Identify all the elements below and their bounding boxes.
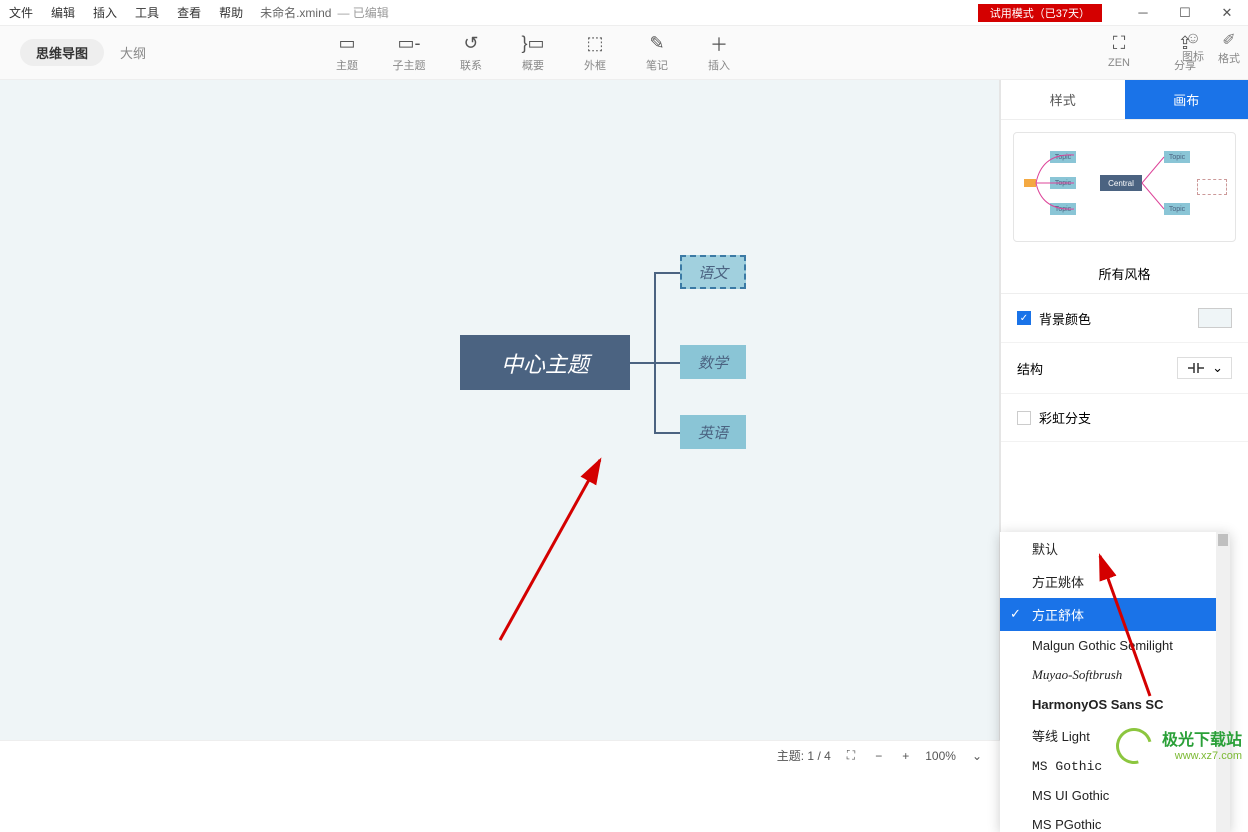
tool-insert[interactable]: ＋插入 bbox=[694, 33, 744, 73]
status-bar: 主题: 1 / 4 ⛶ − + 100% ⌄ bbox=[0, 740, 1000, 770]
central-topic[interactable]: 中心主题 bbox=[460, 335, 630, 390]
check-icon: ✓ bbox=[1010, 606, 1021, 622]
scrollbar-thumb[interactable] bbox=[1218, 534, 1228, 546]
watermark-title: 极光下载站 bbox=[1162, 726, 1242, 750]
insert-icon: ＋ bbox=[694, 33, 744, 55]
panel-tabs: 样式 画布 bbox=[1001, 80, 1248, 120]
bg-color-row: ✓ 背景颜色 bbox=[1001, 294, 1248, 343]
menu-insert[interactable]: 插入 bbox=[84, 4, 126, 21]
font-option[interactable]: HarmonyOS Sans SC bbox=[1000, 690, 1230, 719]
structure-picker[interactable]: ⌄ bbox=[1177, 357, 1232, 379]
font-option[interactable]: Malgun Gothic Semilight bbox=[1000, 631, 1230, 660]
map-icon[interactable]: ⛶ bbox=[843, 748, 859, 763]
menu-edit[interactable]: 编辑 bbox=[42, 4, 84, 21]
trial-badge[interactable]: 试用模式（已37天） bbox=[978, 4, 1102, 22]
structure-icon bbox=[1186, 361, 1206, 375]
tool-boundary[interactable]: ⬚外框 bbox=[570, 33, 620, 73]
close-button[interactable]: ✕ bbox=[1206, 0, 1248, 26]
style-thumbnail[interactable]: Central Topic Topic Topic Topic Topic bbox=[1013, 132, 1236, 242]
zoom-level: 100% bbox=[925, 749, 956, 763]
relation-icon: ↺ bbox=[446, 33, 496, 55]
tool-icon-panel[interactable]: ☺图标 bbox=[1182, 30, 1204, 66]
toolbar: 思维导图 大纲 ▭主题 ▭-子主题 ↺联系 }▭概要 ⬚外框 ✎笔记 ＋插入 ⛶… bbox=[0, 26, 1248, 80]
chevron-down-icon: ⌄ bbox=[1212, 360, 1223, 376]
font-option[interactable]: Muyao-Softbrush bbox=[1000, 660, 1230, 690]
canvas[interactable]: 中心主题 语文 数学 英语 bbox=[0, 80, 1000, 770]
tool-summary[interactable]: }▭概要 bbox=[508, 33, 558, 73]
dropdown-scrollbar[interactable] bbox=[1216, 532, 1230, 832]
menu-tools[interactable]: 工具 bbox=[126, 4, 168, 21]
menu-file[interactable]: 文件 bbox=[0, 4, 42, 21]
summary-icon: }▭ bbox=[508, 33, 558, 55]
tool-format-panel[interactable]: ✐格式 bbox=[1218, 30, 1240, 66]
minimize-button[interactable]: ─ bbox=[1122, 0, 1164, 26]
rainbow-label: 彩虹分支 bbox=[1039, 408, 1091, 427]
topic-count: 主题: 1 / 4 bbox=[777, 747, 831, 764]
watermark: 极光下载站 www.xz7.com bbox=[1162, 726, 1242, 762]
brush-icon: ✐ bbox=[1218, 30, 1240, 50]
note-icon: ✎ bbox=[632, 33, 682, 55]
view-outline[interactable]: 大纲 bbox=[104, 39, 162, 66]
tool-topic[interactable]: ▭主题 bbox=[322, 33, 372, 73]
font-default[interactable]: 默认 bbox=[1000, 532, 1230, 565]
font-option[interactable]: MS PGothic bbox=[1000, 810, 1230, 832]
bg-checkbox[interactable]: ✓ bbox=[1017, 311, 1031, 325]
zen-icon: ⛶ bbox=[1094, 33, 1144, 55]
font-option-selected[interactable]: ✓方正舒体 bbox=[1000, 598, 1230, 631]
font-dropdown[interactable]: 默认 方正姚体 ✓方正舒体 Malgun Gothic Semilight Mu… bbox=[1000, 532, 1230, 832]
zoom-dropdown-icon[interactable]: ⌄ bbox=[968, 749, 986, 763]
bg-swatch[interactable] bbox=[1198, 308, 1232, 328]
document-state: — 已编辑 bbox=[337, 4, 388, 21]
tool-zen[interactable]: ⛶ZEN bbox=[1094, 33, 1144, 73]
view-switch: 思维导图 大纲 bbox=[20, 39, 162, 66]
rainbow-checkbox[interactable] bbox=[1017, 411, 1031, 425]
annotation-arrow-1 bbox=[490, 450, 620, 650]
structure-label: 结构 bbox=[1017, 359, 1043, 378]
child-topic-3[interactable]: 英语 bbox=[680, 415, 746, 449]
child-topic-1[interactable]: 语文 bbox=[680, 255, 746, 289]
topic-icon: ▭ bbox=[322, 33, 372, 55]
menu-help[interactable]: 帮助 bbox=[210, 4, 252, 21]
structure-row: 结构 ⌄ bbox=[1001, 343, 1248, 394]
rainbow-row: 彩虹分支 bbox=[1001, 394, 1248, 442]
menu-view[interactable]: 查看 bbox=[168, 4, 210, 21]
document-title: 未命名.xmind bbox=[260, 4, 331, 21]
maximize-button[interactable]: ☐ bbox=[1164, 0, 1206, 26]
zoom-out-button[interactable]: − bbox=[871, 749, 886, 763]
font-option[interactable]: MS UI Gothic bbox=[1000, 781, 1230, 810]
font-option[interactable]: 方正姚体 bbox=[1000, 565, 1230, 598]
tool-note[interactable]: ✎笔记 bbox=[632, 33, 682, 73]
tool-subtopic[interactable]: ▭-子主题 bbox=[384, 33, 434, 73]
zoom-in-button[interactable]: + bbox=[898, 749, 913, 763]
all-styles-button[interactable]: 所有风格 bbox=[1001, 254, 1248, 294]
smiley-icon: ☺ bbox=[1182, 30, 1204, 48]
watermark-url: www.xz7.com bbox=[1162, 750, 1242, 762]
title-bar: 文件 编辑 插入 工具 查看 帮助 未命名.xmind — 已编辑 试用模式（已… bbox=[0, 0, 1248, 26]
boundary-icon: ⬚ bbox=[570, 33, 620, 55]
subtopic-icon: ▭- bbox=[384, 33, 434, 55]
main-menu: 文件 编辑 插入 工具 查看 帮助 bbox=[0, 4, 252, 21]
tool-relation[interactable]: ↺联系 bbox=[446, 33, 496, 73]
tool-group-main: ▭主题 ▭-子主题 ↺联系 }▭概要 ⬚外框 ✎笔记 ＋插入 bbox=[322, 33, 744, 73]
child-topic-2[interactable]: 数学 bbox=[680, 345, 746, 379]
tab-canvas[interactable]: 画布 bbox=[1125, 80, 1248, 119]
tab-style[interactable]: 样式 bbox=[1001, 80, 1125, 119]
view-mindmap[interactable]: 思维导图 bbox=[20, 39, 104, 66]
bg-label: 背景颜色 bbox=[1039, 309, 1091, 328]
